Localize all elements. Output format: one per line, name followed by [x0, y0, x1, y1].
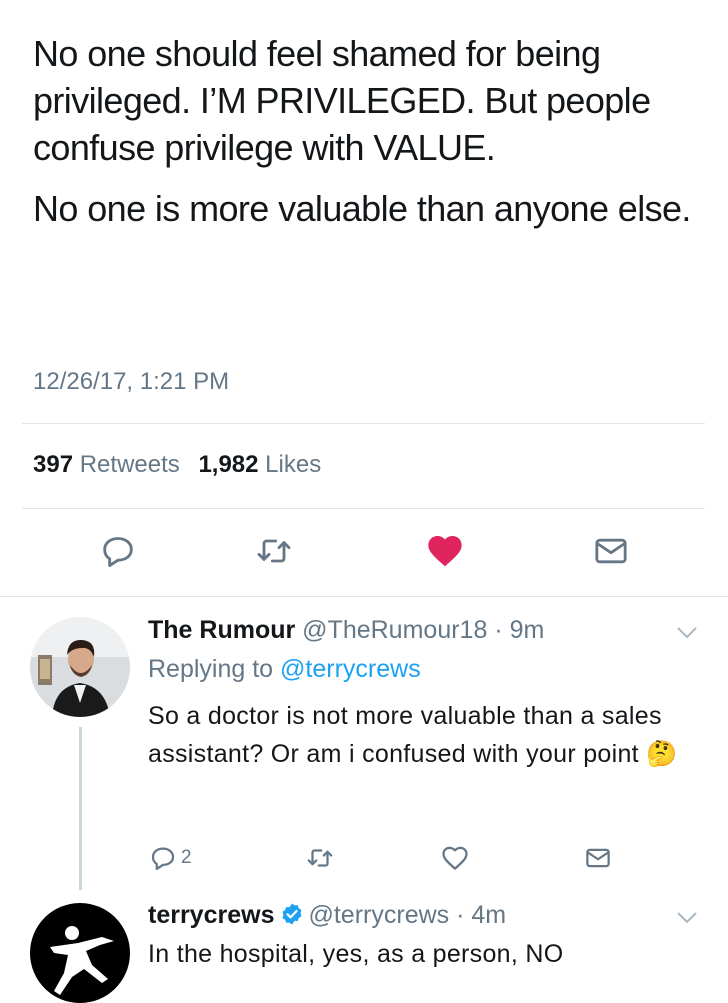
avatar-photo [30, 617, 130, 717]
reply-body: In the hospital, yes, as a person, NO [148, 940, 564, 968]
author-name[interactable]: terrycrews [148, 901, 274, 929]
retweet-icon [257, 539, 291, 563]
reply-button[interactable]: 2 [148, 838, 192, 878]
reply-icon [103, 537, 133, 567]
reply-count: 2 [181, 847, 192, 868]
thinking-face-emoji: 🤔 [646, 740, 678, 768]
direct-message-button[interactable] [586, 526, 636, 576]
retweet-button[interactable] [305, 838, 335, 878]
envelope-icon [595, 538, 627, 564]
main-tweet: No one should feel shamed for being priv… [0, 0, 728, 596]
reply-text: So a doctor is not more valuable than a … [148, 697, 693, 773]
likes-label[interactable]: Likes [265, 451, 321, 478]
heart-filled-icon [428, 536, 462, 567]
avatar[interactable] [30, 903, 130, 1003]
retweet-button[interactable] [249, 526, 299, 576]
like-button[interactable] [420, 526, 470, 576]
reply-body: So a doctor is not more valuable than a … [148, 702, 662, 768]
chevron-down-icon[interactable] [676, 626, 698, 640]
reply-text: In the hospital, yes, as a person, NO [148, 935, 693, 973]
reply-action-bar: 2 [0, 838, 728, 878]
tweet-paragraph: No one is more valuable than anyone else… [33, 188, 691, 229]
replying-to: Replying to @terrycrews [148, 655, 421, 684]
retweets-label[interactable]: Retweets [80, 451, 180, 478]
divider [22, 508, 705, 509]
chevron-down-icon[interactable] [676, 911, 698, 925]
reply-time: · 4m [456, 901, 507, 929]
avatar-photo [30, 903, 130, 1003]
author-handle[interactable]: @TheRumour18 [302, 616, 487, 644]
replying-to-link[interactable]: @terrycrews [280, 655, 421, 683]
tweet-timestamp: 12/26/17, 1:21 PM [33, 368, 230, 395]
direct-message-button[interactable] [583, 838, 613, 878]
author-handle[interactable]: @terrycrews [308, 901, 449, 929]
like-button[interactable] [440, 838, 470, 878]
verified-badge-icon [282, 903, 302, 925]
reply-icon [151, 847, 175, 870]
envelope-icon [586, 848, 610, 868]
reply-header: The Rumour @TheRumour18 · 9m [148, 616, 544, 645]
replying-prefix: Replying to [148, 655, 274, 683]
avatar[interactable] [30, 617, 130, 717]
tweet-paragraph: No one should feel shamed for being priv… [33, 33, 651, 168]
divider [22, 423, 705, 424]
heart-outline-icon [442, 846, 468, 870]
tweet-action-bar [0, 526, 728, 576]
divider [0, 596, 728, 597]
reply-time: · 9m [494, 616, 545, 644]
engagement-stats: 397 Retweets 1,982 Likes [33, 451, 321, 479]
reply-button[interactable] [93, 526, 143, 576]
retweets-count[interactable]: 397 [33, 451, 73, 478]
reply-header: terrycrews @terrycrews · 4m [148, 901, 506, 930]
retweet-icon [307, 849, 333, 867]
likes-count[interactable]: 1,982 [198, 451, 258, 478]
author-name[interactable]: The Rumour [148, 616, 295, 644]
tweet-body: No one should feel shamed for being priv… [33, 30, 703, 246]
